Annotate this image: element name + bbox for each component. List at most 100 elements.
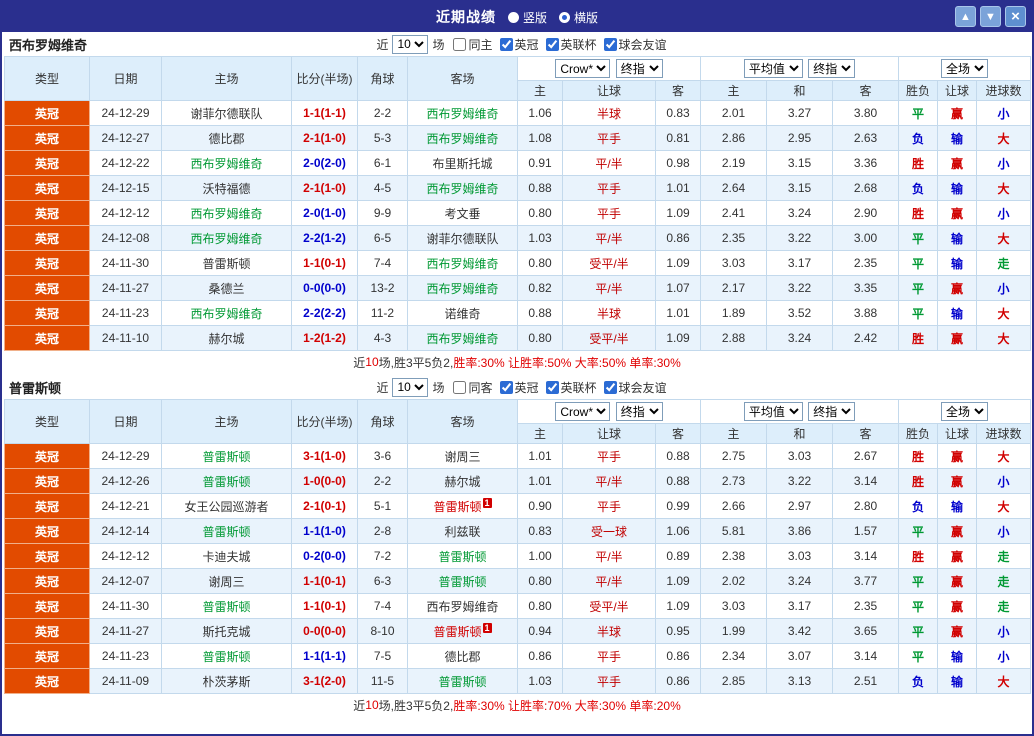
match-count-select[interactable]: 10 — [392, 377, 429, 397]
view-option-label: 竖版 — [522, 10, 547, 25]
filter-friendly[interactable]: 球会友谊 — [603, 379, 667, 396]
team-name-link[interactable]: 德比郡 — [208, 132, 244, 146]
avg-away-odds-cell: 2.68 — [832, 175, 900, 201]
handicap-line-cell: 半球 — [562, 100, 656, 126]
odds-source-select[interactable]: Crow* — [555, 59, 611, 78]
radio-selected-icon[interactable] — [559, 11, 570, 23]
team-name-link[interactable]: 朴茨茅斯 — [202, 675, 250, 689]
home-team-cell: 斯托克城 — [161, 618, 292, 644]
team-name-link[interactable]: 普雷斯顿 1 — [433, 622, 492, 639]
handicap-group-header: Crow* 终指 — [516, 399, 702, 424]
team-name-link[interactable]: 普雷斯顿 — [202, 257, 250, 271]
score-cell: 2-0(1-0) — [291, 200, 358, 226]
team-name-link[interactable]: 普雷斯顿 — [438, 550, 486, 564]
team-name-link[interactable]: 西布罗姆维奇 — [426, 132, 498, 146]
team-name-link[interactable]: 普雷斯顿 — [202, 650, 250, 664]
odds-source-select[interactable]: Crow* — [555, 402, 611, 421]
filter-league[interactable]: 英冠 — [499, 379, 539, 396]
team-name-link[interactable]: 赫尔城 — [444, 475, 480, 489]
filter-league[interactable]: 英冠 — [499, 36, 539, 53]
average-source-select[interactable]: 平均值 — [743, 402, 803, 421]
average-source-select[interactable]: 平均值 — [743, 59, 803, 78]
filter-league-cup[interactable]: 英联杯 — [545, 379, 597, 396]
handicap-result-cell: 赢 — [937, 543, 978, 569]
sub-header-avg-home: 主 — [700, 423, 768, 444]
result-cell: 负 — [898, 668, 939, 694]
friendly-checkbox[interactable] — [603, 380, 617, 394]
league-checkbox[interactable] — [499, 37, 513, 51]
checkbox-label: 球会友谊 — [618, 37, 667, 52]
team-name-link[interactable]: 西布罗姆维奇 — [426, 332, 498, 346]
team-name-link[interactable]: 西布罗姆维奇 — [426, 600, 498, 614]
filter-same-venue[interactable]: 同主 — [453, 36, 493, 53]
league-cup-checkbox[interactable] — [545, 37, 559, 51]
match-date-cell: 24-11-30 — [89, 593, 162, 619]
team-name-link[interactable]: 赫尔城 — [208, 332, 244, 346]
team-name-link[interactable]: 西布罗姆维奇 — [190, 207, 262, 221]
view-option-vertical[interactable]: 竖版 — [507, 9, 547, 26]
handicap-line-cell: 受平/半 — [562, 593, 656, 619]
team-name-link[interactable]: 西布罗姆维奇 — [426, 107, 498, 121]
team-name-link[interactable]: 沃特福德 — [202, 182, 250, 196]
team-name-link[interactable]: 西布罗姆维奇 — [190, 307, 262, 321]
close-button[interactable]: × — [1005, 6, 1026, 27]
scroll-down-button[interactable]: ▼ — [980, 6, 1001, 27]
team-name-link[interactable]: 斯托克城 — [202, 625, 250, 639]
match-row: 英冠 24-11-09 朴茨茅斯 3-1(2-0) 11-5 普雷斯顿 1.03 平手 0.86… — [4, 668, 1032, 694]
same-venue-checkbox[interactable] — [453, 37, 467, 51]
team-name-link[interactable]: 桑德兰 — [208, 282, 244, 296]
league-type-cell: 英冠 — [4, 443, 90, 469]
team-name-link[interactable]: 西布罗姆维奇 — [426, 282, 498, 296]
avg-home-odds-cell: 2.34 — [700, 643, 768, 669]
goals-result-cell: 大 — [976, 443, 1032, 469]
team-name-link[interactable]: 普雷斯顿 — [438, 575, 486, 589]
handicap-away-odds-cell: 0.86 — [654, 225, 702, 251]
avg-draw-odds-cell: 3.24 — [766, 325, 834, 351]
match-count-select[interactable]: 10 — [392, 34, 429, 54]
match-row: 英冠 24-11-23 普雷斯顿 1-1(1-1) 7-5 德比郡 0.86 平手 0.86 2.… — [4, 643, 1032, 669]
team-name-link[interactable]: 谢菲尔德联队 — [190, 107, 262, 121]
same-venue-checkbox[interactable] — [453, 380, 467, 394]
team-name-link[interactable]: 考文垂 — [444, 207, 480, 221]
goals-result-cell: 大 — [976, 493, 1032, 519]
team-name-link[interactable]: 普雷斯顿 — [202, 600, 250, 614]
league-cup-checkbox[interactable] — [545, 380, 559, 394]
sub-header-handicap-result: 让球 — [937, 80, 978, 101]
period-select[interactable]: 全场 — [941, 402, 989, 421]
filter-league-cup[interactable]: 英联杯 — [545, 36, 597, 53]
handicap-home-odds-cell: 0.94 — [517, 618, 563, 644]
friendly-checkbox[interactable] — [603, 37, 617, 51]
team-name-link[interactable]: 卡迪夫城 — [202, 550, 250, 564]
radio-unselected-icon[interactable] — [507, 11, 519, 23]
handicap-result-cell: 输 — [937, 225, 978, 251]
view-option-horizontal[interactable]: 横版 — [559, 9, 598, 26]
average-time-select[interactable]: 终指 — [808, 402, 856, 421]
period-select[interactable]: 全场 — [941, 59, 989, 78]
team-name-link[interactable]: 普雷斯顿 — [202, 450, 250, 464]
scroll-up-button[interactable]: ▲ — [955, 6, 976, 27]
league-checkbox[interactable] — [499, 380, 513, 394]
team-name-link[interactable]: 普雷斯顿 — [202, 475, 250, 489]
team-name-link[interactable]: 西布罗姆维奇 — [426, 257, 498, 271]
average-time-select[interactable]: 终指 — [808, 59, 856, 78]
team-name-link[interactable]: 普雷斯顿 — [438, 675, 486, 689]
team-name-link[interactable]: 谢周三 — [444, 450, 480, 464]
odds-time-select[interactable]: 终指 — [615, 402, 663, 421]
average-group-header: 平均值 终指 — [700, 56, 900, 81]
team-name-link[interactable]: 德比郡 — [444, 650, 480, 664]
team-name-link[interactable]: 西布罗姆维奇 — [426, 182, 498, 196]
odds-time-select[interactable]: 终指 — [615, 59, 663, 78]
team-name-link[interactable]: 谢菲尔德联队 — [426, 232, 498, 246]
team-name-link[interactable]: 谢周三 — [208, 575, 244, 589]
filter-same-venue[interactable]: 同客 — [453, 379, 493, 396]
team-name-link[interactable]: 西布罗姆维奇 — [190, 232, 262, 246]
team-name-link[interactable]: 布里斯托城 — [432, 157, 492, 171]
team-name-link[interactable]: 女王公园巡游者 — [184, 500, 268, 514]
team-name-link[interactable]: 利兹联 — [444, 525, 480, 539]
team-name-link[interactable]: 西布罗姆维奇 — [190, 157, 262, 171]
handicap-result-cell: 赢 — [937, 593, 978, 619]
team-name-link[interactable]: 普雷斯顿 1 — [433, 497, 492, 514]
filter-friendly[interactable]: 球会友谊 — [603, 36, 667, 53]
team-name-link[interactable]: 普雷斯顿 — [202, 525, 250, 539]
team-name-link[interactable]: 诺维奇 — [444, 307, 480, 321]
